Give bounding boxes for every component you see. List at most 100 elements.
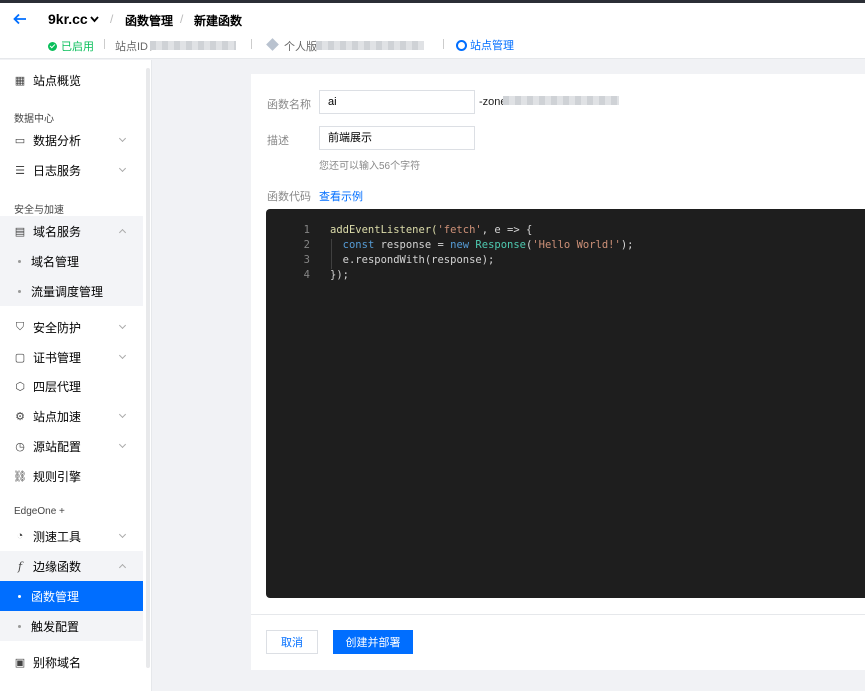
- cancel-button[interactable]: 取消: [266, 630, 318, 654]
- sidebar-item-alias-domain[interactable]: ▣ 别称域名: [0, 647, 143, 677]
- check-circle-icon: [48, 41, 57, 51]
- page-header: 9kr.cc / 函数管理 / 新建函数 已启用 站点ID： 个人版 站点管理: [0, 3, 865, 59]
- code-token: addEventListener(: [330, 224, 438, 236]
- bullet-icon: [18, 259, 21, 263]
- sidebar-item-log-service[interactable]: ☰ 日志服务: [0, 155, 143, 185]
- code-token: response =: [374, 239, 451, 251]
- function-code-label: 函数代码: [267, 191, 311, 203]
- function-name-input[interactable]: ai: [319, 90, 475, 114]
- sidebar-item-function-management[interactable]: 函数管理: [0, 581, 143, 611]
- bullet-icon: [18, 289, 21, 293]
- sidebar-item-edge-functions[interactable]: f 边缘函数: [0, 551, 143, 581]
- sidebar-scrollbar[interactable]: [146, 68, 150, 668]
- code-line: 2 const response = new Response('Hello W…: [266, 238, 634, 253]
- line-number: 3: [303, 254, 310, 266]
- accelerate-icon: ⚙: [15, 410, 25, 423]
- chevron-down-icon: [118, 440, 127, 449]
- sidebar-item-label: 规则引擎: [33, 469, 82, 484]
- diamond-icon: [266, 38, 279, 51]
- sidebar-item-domain-service[interactable]: ▤ 域名服务: [0, 216, 143, 246]
- breadcrumb-separator: /: [110, 12, 114, 26]
- sidebar-item-traffic-scheduling[interactable]: 流量调度管理: [0, 276, 143, 306]
- bullet-icon: [18, 594, 21, 598]
- sidebar-item-label: 安全防护: [33, 320, 82, 335]
- sidebar-item-label: 测速工具: [33, 529, 82, 544]
- plan-id-redacted: [316, 41, 424, 50]
- domain-icon: ▤: [14, 225, 26, 238]
- chevron-down-icon: [118, 321, 127, 330]
- sidebar-group-title: 数据中心: [14, 114, 54, 125]
- code-line: 1 addEventListener('fetch', e => {: [266, 223, 533, 238]
- site-name[interactable]: 9kr.cc: [48, 11, 88, 27]
- status-badge: 已启用: [48, 38, 94, 54]
- sidebar-item-trigger-config[interactable]: 触发配置: [0, 611, 143, 641]
- zone-id-redacted: [503, 96, 619, 105]
- sidebar-item-label: 流量调度管理: [31, 284, 104, 299]
- speed-icon: ◔: [16, 530, 24, 542]
- chevron-down-icon: [118, 410, 127, 419]
- status-text: 已启用: [61, 41, 94, 53]
- code-editor[interactable]: 1 addEventListener('fetch', e => { 2 cons…: [266, 209, 865, 598]
- code-token: 'Hello World!': [532, 239, 621, 251]
- chevron-down-icon: [118, 164, 127, 173]
- sidebar-group-title: 安全与加速: [14, 205, 64, 216]
- chevron-down-icon: [118, 530, 127, 539]
- function-name-label: 函数名称: [267, 99, 311, 111]
- sidebar-item-label: 函数管理: [31, 589, 80, 604]
- code-token: });: [330, 269, 349, 281]
- chevron-down-icon: [118, 351, 127, 360]
- sidebar-item-label: 证书管理: [33, 350, 82, 365]
- create-function-form: 函数名称 ai -zone 描述 前端展示 您还可以输入56个字符 函数代码 查…: [251, 74, 865, 670]
- chevron-up-icon: [118, 228, 127, 237]
- back-arrow-icon[interactable]: [12, 11, 28, 27]
- gear-icon: [456, 39, 467, 51]
- line-number: 2: [303, 239, 310, 251]
- sidebar-item-acceleration[interactable]: ⚙ 站点加速: [0, 401, 143, 431]
- link-icon: ⛓: [13, 470, 27, 483]
- sidebar-item-data-analysis[interactable]: ▭ 数据分析: [0, 125, 143, 155]
- chevron-up-icon: [118, 563, 127, 572]
- code-line: 4});: [266, 268, 349, 283]
- chevron-down-icon: [118, 134, 127, 143]
- sidebar-item-label: 数据分析: [33, 133, 82, 148]
- line-number: 4: [303, 269, 310, 281]
- view-example-link[interactable]: 查看示例: [319, 188, 363, 204]
- sidebar-item-speed-test[interactable]: ◔ 测速工具: [0, 521, 143, 551]
- sidebar-item-domain-management[interactable]: 域名管理: [0, 246, 143, 276]
- sidebar-item-label: 触发配置: [31, 619, 80, 634]
- sidebar-item-label: 站点概览: [33, 73, 82, 88]
- divider: [251, 614, 865, 615]
- sidebar-item-l4-proxy[interactable]: ⬡ 四层代理: [0, 371, 143, 401]
- bullet-icon: [18, 624, 21, 628]
- code-token: const: [342, 239, 375, 251]
- site-management-link[interactable]: 站点管理: [456, 37, 514, 53]
- breadcrumb-new-function: 新建函数: [194, 14, 243, 28]
- code-token: , e => {: [481, 224, 533, 236]
- sidebar-item-label: 域名服务: [33, 224, 82, 239]
- code-token: );: [620, 239, 634, 251]
- proxy-icon: ⬡: [15, 380, 25, 393]
- chevron-down-icon[interactable]: [90, 15, 99, 23]
- create-and-deploy-button[interactable]: 创建并部署: [333, 630, 413, 654]
- description-input[interactable]: 前端展示: [319, 126, 475, 150]
- site-management-label: 站点管理: [470, 40, 514, 52]
- breadcrumb-separator: /: [180, 12, 184, 26]
- sidebar-item-origin[interactable]: ◷ 源站配置: [0, 431, 143, 461]
- sidebar-item-certificate[interactable]: ▢ 证书管理: [0, 342, 143, 372]
- sidebar-item-security[interactable]: ⛉ 安全防护: [0, 312, 143, 342]
- sidebar-item-label: 站点加速: [33, 409, 82, 424]
- chart-icon: ▭: [14, 134, 26, 147]
- log-icon: ☰: [15, 164, 25, 177]
- sidebar-item-overview[interactable]: ▦ 站点概览: [0, 65, 143, 95]
- breadcrumb-function-management[interactable]: 函数管理: [125, 12, 173, 29]
- sidebar-item-rule-engine[interactable]: ⛓ 规则引擎: [0, 461, 143, 491]
- sidebar: ▦ 站点概览 数据中心 ▭ 数据分析 ☰ 日志服务 安全与加速 ▤ 域名服务 域…: [0, 60, 152, 691]
- description-label: 描述: [267, 135, 289, 147]
- sidebar-group-title: EdgeOne +: [14, 506, 65, 517]
- line-number: 1: [303, 224, 310, 236]
- site-id-value-redacted: [150, 41, 236, 50]
- plan-label: 个人版: [284, 41, 317, 53]
- code-token: 'fetch': [437, 224, 482, 236]
- shield-icon: ⛉: [15, 320, 25, 333]
- certificate-icon: ▢: [14, 351, 26, 364]
